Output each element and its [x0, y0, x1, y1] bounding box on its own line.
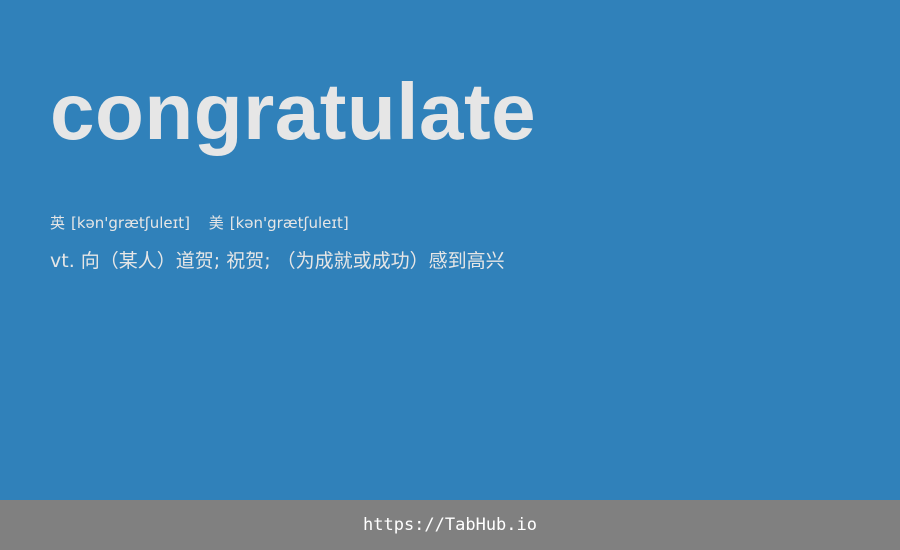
headword: congratulate [50, 67, 537, 156]
pronunciation-row: 英 [kən'grætʃuleɪt] 美 [kən'grætʃuleɪt] [50, 213, 349, 233]
pronunciation-us-ipa: [kən'grætʃuleɪt] [229, 214, 349, 232]
pronunciation-us: 美 [kən'grætʃuleɪt] [209, 213, 349, 233]
pronunciation-us-label: 美 [208, 214, 224, 232]
footer-bar: https://TabHub.io [0, 500, 900, 550]
pronunciation-uk-label: 英 [50, 214, 66, 232]
pronunciation-uk: 英 [kən'grætʃuleɪt] [50, 213, 190, 233]
footer-url-link[interactable]: https://TabHub.io [363, 515, 537, 535]
word-card: congratulate 英 [kən'grætʃuleɪt] 美 [kən'græ… [0, 0, 900, 500]
pronunciation-uk-ipa: [kən'grætʃuleɪt] [71, 214, 190, 232]
definition-text: vt. 向（某人）道贺; 祝贺; （为成就或成功）感到高兴 [50, 250, 505, 272]
